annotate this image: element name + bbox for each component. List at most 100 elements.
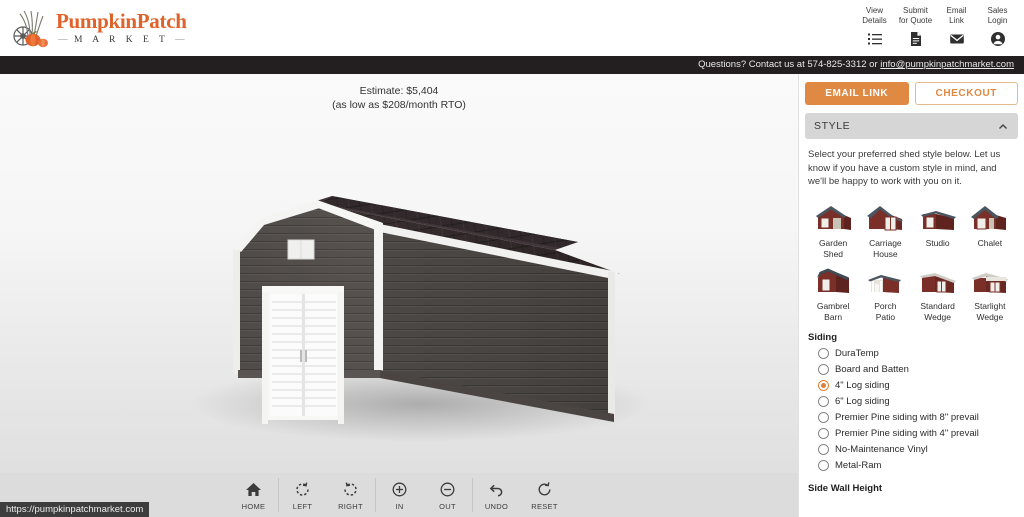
brand-subtitle: M A R K E T <box>74 34 169 45</box>
toolbar-group-history: UNDO RESET <box>473 473 569 517</box>
tool-label: OUT <box>439 501 456 511</box>
reset-refresh-icon <box>535 480 555 500</box>
style-option-garden-shed[interactable]: Garden Shed <box>808 199 858 260</box>
tool-undo[interactable]: UNDO <box>473 473 521 517</box>
radio-icon <box>818 444 829 455</box>
home-icon <box>244 480 264 500</box>
style-help-text: Select your preferred shed style below. … <box>808 149 1001 187</box>
section-title: STYLE <box>814 120 851 132</box>
style-label: Starlight Wedge <box>974 300 1006 322</box>
siding-option-premier-pine-4in[interactable]: Premier Pine siding with 4" prevail <box>808 426 1015 442</box>
style-section-header[interactable]: STYLE <box>805 113 1018 139</box>
tool-zoom-in[interactable]: IN <box>376 473 424 517</box>
radio-icon <box>818 460 829 471</box>
siding-field-group: Siding DuraTemp Board and Batten 4" Log … <box>808 332 1015 474</box>
side-wall-height-title: Side Wall Height <box>808 482 883 494</box>
tool-label: IN <box>395 501 404 511</box>
toolbar-group-zoom: IN OUT <box>376 473 472 517</box>
style-option-starlight-wedge[interactable]: Starlight Wedge <box>965 262 1015 323</box>
tool-reset[interactable]: RESET <box>521 473 569 517</box>
tool-zoom-out[interactable]: OUT <box>424 473 472 517</box>
style-option-standard-wedge[interactable]: Standard Wedge <box>913 262 963 323</box>
tool-rotate-left[interactable]: LEFT <box>279 473 327 517</box>
configurator-panel: EMAIL LINK CHECKOUT STYLE Select your pr… <box>798 74 1024 517</box>
style-option-carriage-house[interactable]: Carriage House <box>860 199 910 260</box>
nav-label: Email Link <box>946 6 967 25</box>
siding-option-metal-ram[interactable]: Metal-Ram <box>808 458 1015 474</box>
radio-label: Metal-Ram <box>835 460 882 471</box>
model-viewer-canvas[interactable]: Estimate: $5,404 (as low as $208/month R… <box>0 74 798 517</box>
contact-bar: Questions? Contact us at 574-825-3312 or… <box>0 56 1024 74</box>
chevron-up-icon <box>997 120 1009 132</box>
tool-label: LEFT <box>292 501 313 511</box>
header-nav: View Details Submit for Quote Email Link… <box>854 6 1018 48</box>
shed-porch-thumb-icon <box>863 262 907 298</box>
siding-option-premier-pine-8in[interactable]: Premier Pine siding with 8" prevail <box>808 410 1015 426</box>
pumpkin-wagon-logo-icon <box>10 6 54 50</box>
shed-gambrel-thumb-icon <box>811 262 855 298</box>
nav-label: View Details <box>862 6 887 25</box>
siding-option-6in-log-siding[interactable]: 6" Log siding <box>808 394 1015 410</box>
shed-standard-wedge-thumb-icon <box>916 262 960 298</box>
shed-studio-thumb-icon <box>916 199 960 235</box>
document-icon <box>907 30 925 48</box>
radio-label: 6" Log siding <box>835 396 890 407</box>
nav-item-sales-login[interactable]: Sales Login <box>977 6 1018 48</box>
logo-dash-right: — <box>174 34 185 45</box>
nav-item-email-link[interactable]: Email Link <box>936 6 977 48</box>
siding-option-duratemp[interactable]: DuraTemp <box>808 346 1015 362</box>
radio-label: 4" Log siding <box>835 380 890 391</box>
contact-email-link[interactable]: info@pumpkinpatchmarket.com <box>880 59 1014 70</box>
checkout-button[interactable]: CHECKOUT <box>914 82 1018 105</box>
nav-item-view-details[interactable]: View Details <box>854 6 895 48</box>
radio-label: Premier Pine siding with 8" prevail <box>835 412 979 423</box>
nav-item-submit-for-quote[interactable]: Submit for Quote <box>895 6 936 48</box>
style-label: Standard Wedge <box>920 300 955 322</box>
style-label: Gambrel Barn <box>816 300 850 322</box>
style-label: Chalet <box>977 237 1003 248</box>
style-option-gambrel-barn[interactable]: Gambrel Barn <box>808 262 858 323</box>
radio-label: Board and Batten <box>835 364 909 375</box>
style-label: Carriage House <box>869 237 902 259</box>
siding-option-no-maintenance-vinyl[interactable]: No-Maintenance Vinyl <box>808 442 1015 458</box>
style-label: Studio <box>925 237 950 248</box>
style-label: Garden Shed <box>818 237 848 259</box>
brand-wordmark: PumpkinPatch — M A R K E T — <box>56 8 187 46</box>
nav-label: Sales Login <box>987 6 1008 25</box>
brand-name-part1: Pumpkin <box>56 8 137 33</box>
style-option-chalet[interactable]: Chalet <box>965 199 1015 260</box>
panel-action-buttons: EMAIL LINK CHECKOUT <box>799 74 1024 111</box>
undo-arrow-icon <box>487 480 507 500</box>
email-link-button[interactable]: EMAIL LINK <box>805 82 909 105</box>
radio-icon <box>818 428 829 439</box>
toolbar-group-rotate: LEFT RIGHT <box>279 473 375 517</box>
shed-carriage-thumb-icon <box>863 199 907 235</box>
zoom-out-icon <box>438 480 458 500</box>
siding-option-4in-log-siding[interactable]: 4" Log siding <box>808 378 1015 394</box>
style-option-porch-patio[interactable]: Porch Patio <box>860 262 910 323</box>
brand-name-part2: Patch <box>136 8 187 33</box>
shed-configurator-app: PumpkinPatch — M A R K E T — View Detail… <box>0 0 1024 517</box>
list-details-icon <box>866 30 884 48</box>
tool-label: UNDO <box>484 501 509 511</box>
site-header: PumpkinPatch — M A R K E T — View Detail… <box>0 0 1024 56</box>
contact-text: Questions? Contact us at 574-825-3312 or <box>698 59 881 70</box>
nav-label: Submit for Quote <box>898 6 933 25</box>
radio-label: DuraTemp <box>835 348 879 359</box>
tool-rotate-right[interactable]: RIGHT <box>327 473 375 517</box>
siding-title: Siding <box>808 331 838 343</box>
shed-chalet-thumb-icon <box>968 199 1012 235</box>
tool-label: RIGHT <box>338 501 363 511</box>
brand-logo[interactable]: PumpkinPatch — M A R K E T — <box>10 4 187 52</box>
style-label: Porch Patio <box>874 300 897 322</box>
style-option-studio[interactable]: Studio <box>913 199 963 260</box>
radio-label: No-Maintenance Vinyl <box>835 444 928 455</box>
shed-garden-thumb-icon <box>811 199 855 235</box>
toolbar-group-home: HOME <box>230 473 278 517</box>
radio-label: Premier Pine siding with 4" prevail <box>835 428 979 439</box>
radio-icon <box>818 412 829 423</box>
siding-option-board-and-batten[interactable]: Board and Batten <box>808 362 1015 378</box>
tool-home[interactable]: HOME <box>230 473 278 517</box>
shed-3d-model[interactable] <box>0 74 798 474</box>
zoom-in-icon <box>390 480 410 500</box>
